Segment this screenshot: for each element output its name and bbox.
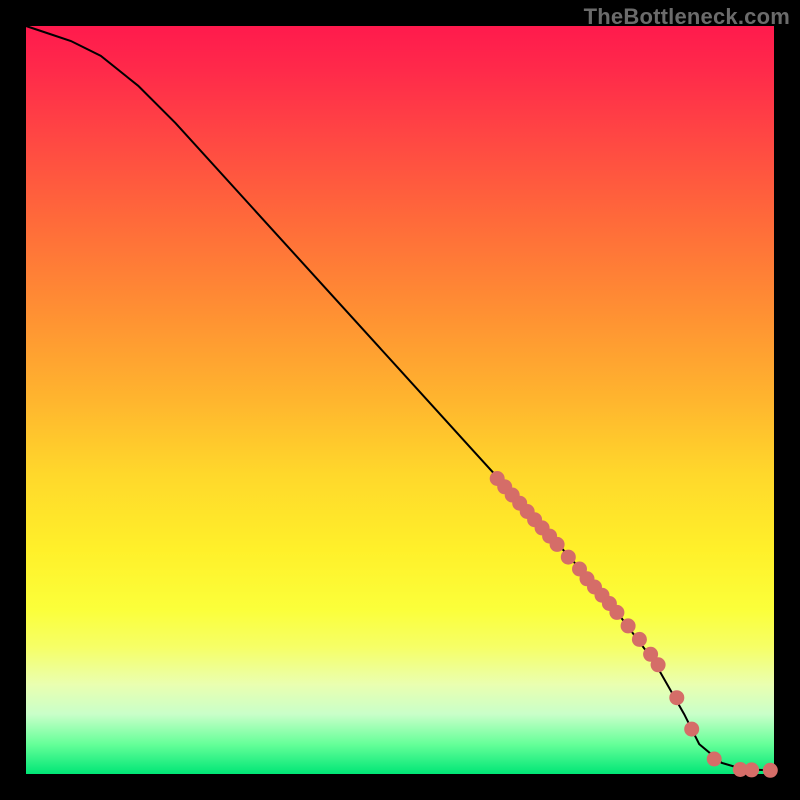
highlight-dot [632,632,646,646]
highlight-dot [685,722,699,736]
highlight-dot [745,763,759,777]
highlight-dot [651,658,665,672]
highlight-dot [763,763,777,777]
highlight-dot [610,605,624,619]
chart-frame: TheBottleneck.com [0,0,800,800]
highlight-dot [707,752,721,766]
highlight-dot [621,619,635,633]
plot-area [26,26,774,774]
highlight-dot [561,550,575,564]
highlight-dot [670,691,684,705]
chart-svg [26,26,774,774]
highlight-dots-group [490,472,777,778]
highlight-dot [550,537,564,551]
